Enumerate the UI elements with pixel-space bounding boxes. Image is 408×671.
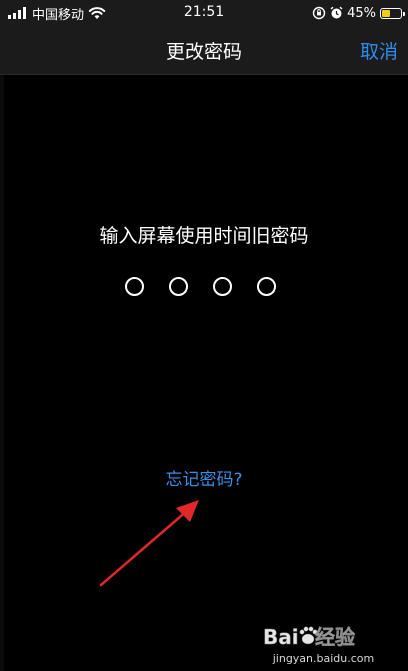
passcode-dot: [169, 277, 188, 296]
orientation-lock-icon: [312, 6, 326, 20]
page-title: 更改密码: [165, 41, 242, 63]
left-edge: [0, 0, 4, 671]
passcode-dots[interactable]: [125, 277, 276, 296]
svg-text:经验: 经验: [315, 625, 355, 649]
nav-bar: 更改密码 取消: [0, 26, 408, 75]
battery-fill: [382, 9, 390, 17]
watermark-url: jingyan.baidu.com: [272, 652, 375, 665]
status-bar: 中国移动 21:51 45%: [0, 0, 408, 26]
battery-percent: 45%: [347, 5, 376, 21]
baidu-watermark: Bai 经验 jingyan.baidu.com: [261, 622, 386, 666]
baidu-logo-icon: Bai 经验: [263, 625, 356, 650]
forgot-passcode-link[interactable]: 忘记密码?: [0, 465, 408, 490]
screen: 中国移动 21:51 45% 更改密码 取消 输入屏幕使用时间旧密码 忘记密码?…: [0, 0, 408, 671]
annotation-arrow-icon: [99, 500, 199, 587]
passcode-dot: [257, 277, 276, 296]
alarm-icon: [330, 6, 343, 19]
passcode-dot: [213, 277, 232, 296]
status-right: 45%: [312, 4, 405, 22]
passcode-dot: [125, 277, 144, 296]
svg-text:Bai: Bai: [263, 625, 299, 649]
battery-icon: [380, 7, 405, 19]
cancel-button[interactable]: 取消: [360, 37, 398, 64]
passcode-prompt: 输入屏幕使用时间旧密码: [99, 225, 309, 247]
